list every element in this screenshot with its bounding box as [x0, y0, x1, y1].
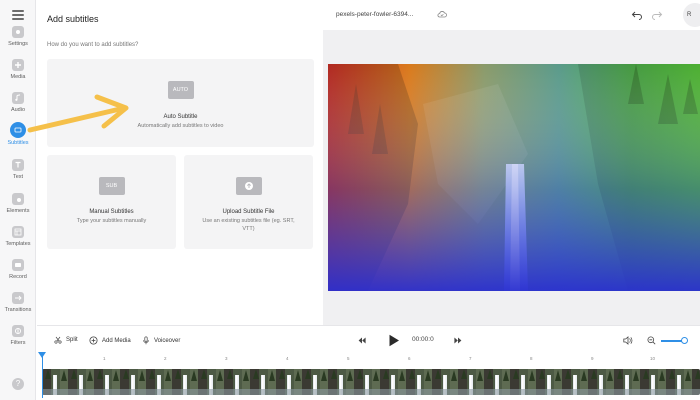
add-subtitles-panel: Add subtitles How do you want to add sub…	[37, 0, 323, 325]
left-rail: Settings Media Audio Subtitles Text Elem…	[0, 0, 36, 400]
timeline-ruler: 1 2 3 4 5 6 7 8 9 10	[37, 353, 700, 367]
zoom-out-icon[interactable]	[647, 336, 656, 345]
card-description: Use an existing subtitles file (eg. SRT,…	[202, 218, 295, 232]
ruler-tick: 4	[286, 356, 289, 361]
record-icon	[12, 259, 24, 271]
playhead[interactable]	[42, 352, 43, 398]
panel-title: Add subtitles	[47, 14, 99, 24]
upload-subtitle-file-card[interactable]: Upload Subtitle File Use an existing sub…	[184, 155, 313, 249]
text-icon	[12, 159, 24, 171]
redo-icon[interactable]	[651, 10, 663, 20]
ruler-tick: 9	[591, 356, 594, 361]
ruler-tick: 8	[530, 356, 533, 361]
project-filename[interactable]: pexels-peter-fowler-6394...	[336, 11, 413, 18]
waterfall-video-frame	[328, 64, 700, 291]
fast-forward-icon[interactable]	[454, 337, 462, 344]
timeline-toolbar: Split Add Media Voiceover 00:00:0	[37, 325, 700, 353]
ruler-tick: 6	[408, 356, 411, 361]
cloud-saved-icon	[437, 11, 447, 18]
sidebar-item-subtitles[interactable]: Subtitles	[0, 122, 36, 152]
add-media-button[interactable]: Add Media	[89, 336, 131, 345]
music-note-icon	[12, 92, 24, 104]
sidebar-item-settings[interactable]: Settings	[0, 26, 36, 56]
ruler-tick: 2	[164, 356, 167, 361]
sidebar-item-label: Templates	[5, 241, 31, 247]
card-title: Manual Subtitles	[89, 209, 134, 215]
auto-badge-icon: AUTO	[167, 81, 194, 99]
sub-badge-icon: SUB	[98, 177, 125, 195]
split-label: Split	[66, 337, 78, 343]
sidebar-item-audio[interactable]: Audio	[0, 92, 36, 122]
volume-icon[interactable]	[623, 336, 633, 345]
video-track[interactable]	[42, 369, 700, 395]
zoom-slider-handle[interactable]	[681, 337, 688, 344]
filters-icon	[12, 325, 24, 337]
card-title: Upload Subtitle File	[222, 209, 275, 215]
sidebar-item-label: Filters	[10, 340, 26, 346]
sidebar-item-label: Subtitles	[7, 140, 29, 146]
canvas-stage	[323, 30, 700, 325]
voiceover-label: Voiceover	[154, 337, 181, 344]
help-icon[interactable]: ?	[12, 378, 24, 390]
sidebar-item-label: Text	[12, 174, 24, 180]
sidebar-item-templates[interactable]: Templates	[0, 226, 36, 256]
sidebar-item-label: Media	[10, 74, 26, 80]
sidebar-item-label: Settings	[8, 41, 28, 47]
sidebar-item-label: Elements	[6, 208, 30, 214]
sidebar-item-label: Transitions	[4, 307, 32, 313]
sidebar-item-media[interactable]: Media	[0, 59, 36, 89]
play-icon[interactable]	[388, 334, 400, 347]
subtitles-icon	[10, 122, 26, 138]
card-description: Type your subtitles manually	[76, 218, 147, 224]
shapes-icon	[12, 193, 24, 205]
sidebar-item-filters[interactable]: Filters	[0, 325, 36, 355]
sidebar-item-transitions[interactable]: Transitions	[0, 292, 36, 322]
auto-subtitle-card[interactable]: AUTO Auto Subtitle Automatically add sub…	[47, 59, 314, 147]
video-filmstrip	[42, 369, 700, 395]
ruler-tick: 7	[469, 356, 472, 361]
microphone-icon	[143, 336, 149, 345]
sidebar-item-elements[interactable]: Elements	[0, 193, 36, 223]
manual-subtitles-card[interactable]: SUB Manual Subtitles Type your subtitles…	[47, 155, 176, 249]
avatar[interactable]: R	[683, 3, 700, 27]
sidebar-item-text[interactable]: Text	[0, 159, 36, 189]
split-button[interactable]: Split	[54, 336, 78, 344]
current-time: 00:00:0	[412, 336, 434, 343]
templates-icon	[12, 226, 24, 238]
sidebar-item-label: Record	[9, 274, 27, 280]
transitions-icon	[12, 292, 24, 304]
ruler-tick: 5	[347, 356, 350, 361]
plus-icon	[12, 59, 24, 71]
card-description: Automatically add subtitles to video	[137, 123, 224, 129]
add-circle-icon	[89, 336, 98, 345]
add-media-label: Add Media	[102, 337, 131, 344]
ruler-tick: 10	[650, 356, 656, 361]
upload-file-icon	[235, 177, 262, 195]
panel-subtitle: How do you want to add subtitles?	[47, 42, 139, 48]
sidebar-item-label: Audio	[10, 107, 26, 113]
video-preview[interactable]	[328, 64, 700, 291]
scissors-icon	[54, 336, 62, 344]
undo-icon[interactable]	[631, 10, 643, 20]
playhead-handle[interactable]	[38, 352, 46, 358]
editor-topbar: pexels-peter-fowler-6394... R	[323, 0, 700, 30]
sidebar-item-record[interactable]: Record	[0, 259, 36, 289]
voiceover-button[interactable]: Voiceover	[142, 336, 180, 345]
ruler-tick: 3	[225, 356, 228, 361]
gear-icon	[12, 26, 24, 38]
rewind-icon[interactable]	[358, 337, 366, 344]
ruler-tick: 1	[103, 356, 106, 361]
hamburger-menu-icon[interactable]	[12, 10, 24, 20]
card-title: Auto Subtitle	[163, 114, 198, 120]
